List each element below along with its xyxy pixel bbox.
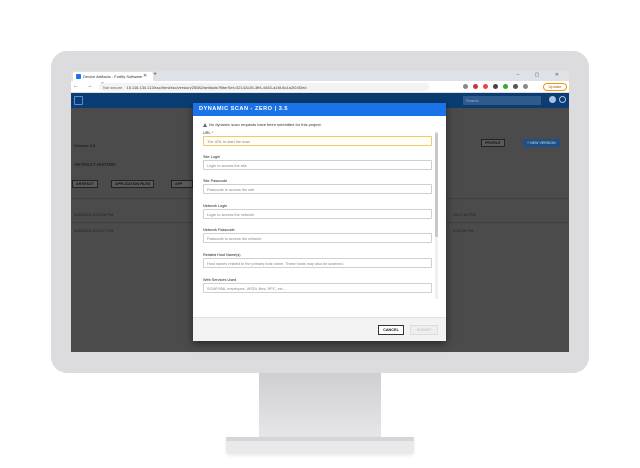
url-text: 15.116.134.113/ssc/html/ssc/version/2508…	[126, 85, 307, 90]
tab-close-icon[interactable]: ✕	[143, 73, 147, 79]
network-passcode-field-group: Network Passcode Passcode to access the …	[203, 228, 432, 243]
browser-tab[interactable]: Device Artifacts - Fortify Software ✕	[73, 72, 153, 81]
network-login-field-group: Network Login Login to access the networ…	[203, 204, 432, 219]
profile-avatar-icon[interactable]	[523, 84, 528, 89]
app-menu-icon[interactable]	[74, 96, 83, 105]
web-services-field[interactable]: SOAP/XML envelopes, WSDL files, RPC, etc…	[203, 283, 432, 293]
network-passcode-field[interactable]: Passcode to access the network	[203, 233, 432, 243]
site-login-field[interactable]: Login to access the site	[203, 160, 432, 170]
table-row-end: …3:43:10 PM	[449, 228, 474, 233]
user-icon[interactable]	[549, 96, 556, 103]
no-requests-alert: No dynamic scan requests have been submi…	[203, 122, 322, 127]
version-selector[interactable]: Version 3.5	[74, 143, 95, 148]
window-controls[interactable]: – ▢ ✕	[517, 72, 566, 78]
extension-icon[interactable]	[503, 84, 508, 89]
site-login-field-group: Site Login Login to access the site	[203, 155, 432, 170]
extension-icon[interactable]	[493, 84, 498, 89]
related-hosts-field[interactable]: Host names related to the primary host n…	[203, 258, 432, 268]
dynamic-scan-dialog: DYNAMIC SCAN - ZERO | 3.5 No dynamic sca…	[193, 103, 446, 341]
scrollbar-thumb[interactable]	[435, 133, 438, 237]
form-scrollbar[interactable]	[435, 131, 438, 299]
browser-address-bar: ← → C Not secure 15.116.134.113/ssc/html…	[71, 81, 569, 93]
submit-button[interactable]: SUBMIT	[410, 325, 438, 335]
monitor-stand-neck	[259, 373, 381, 437]
url-field-group: URL* The URL to start the scan	[203, 131, 432, 146]
related-hosts-field-group: Related Host Name(s) Host names related …	[203, 253, 432, 268]
warning-icon	[203, 123, 207, 127]
extension-icon[interactable]	[513, 84, 518, 89]
help-icon[interactable]	[559, 96, 566, 103]
network-login-field[interactable]: Login to access the network	[203, 209, 432, 219]
extension-icon[interactable]	[483, 84, 488, 89]
browser-tab-bar: Device Artifacts - Fortify Software ✕ + …	[71, 71, 569, 81]
table-row-end: …15:27:52 PM	[449, 212, 476, 217]
required-marker: *	[211, 131, 214, 135]
app-search-input[interactable]: Search	[463, 96, 541, 105]
table-row-date: 3/26/2020 3:43:06 PM	[74, 212, 114, 217]
site-passcode-field-group: Site Passcode Passcode to access the sit…	[203, 179, 432, 194]
app-button[interactable]: APP	[171, 180, 193, 188]
monitor-stand-base	[226, 437, 414, 454]
favicon-icon	[76, 74, 81, 79]
section-title: ARTIFACT HISTORY	[74, 162, 117, 167]
table-row-date: 3/26/2020 3:23:47 PM	[74, 228, 114, 233]
extension-icon[interactable]	[473, 84, 478, 89]
cancel-button[interactable]: CANCEL	[378, 325, 404, 335]
web-services-field-group: Web Services Used SOAP/XML envelopes, WS…	[203, 278, 432, 293]
artifact-button[interactable]: ARTIFACT	[72, 180, 98, 188]
not-secure-label: Not secure	[103, 85, 123, 90]
url-input[interactable]: Not secure 15.116.134.113/ssc/html/ssc/v…	[99, 83, 429, 91]
alert-text: No dynamic scan requests have been submi…	[209, 122, 322, 127]
new-version-button[interactable]: + NEW VERSION	[523, 139, 560, 147]
new-tab-button[interactable]: +	[153, 71, 157, 78]
site-passcode-field[interactable]: Passcode to access the site	[203, 184, 432, 194]
tab-title: Device Artifacts - Fortify Software	[83, 74, 143, 79]
stage: Device Artifacts - Fortify Software ✕ + …	[0, 0, 640, 468]
extension-icon[interactable]	[463, 84, 468, 89]
url-field[interactable]: The URL to start the scan	[203, 136, 432, 146]
profile-button[interactable]: PROFILE	[481, 139, 505, 147]
update-button[interactable]: Update	[543, 83, 567, 91]
application-files-button[interactable]: APPLICATION FILES	[111, 180, 155, 188]
scan-form: URL* The URL to start the scan Site Logi…	[203, 131, 435, 301]
dialog-title: DYNAMIC SCAN - ZERO | 3.5	[193, 103, 446, 116]
dialog-footer: CANCEL SUBMIT	[193, 317, 446, 341]
